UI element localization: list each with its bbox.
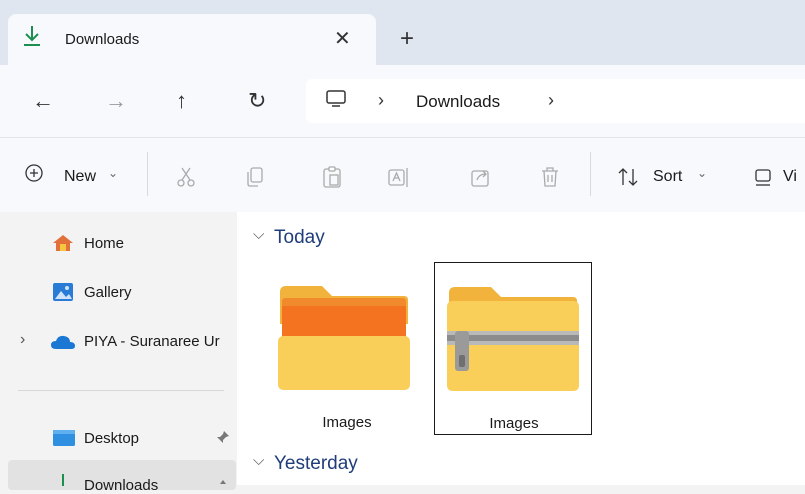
plus-circle-icon[interactable]: [24, 163, 44, 183]
close-tab-icon[interactable]: ✕: [334, 26, 351, 51]
file-tile[interactable]: Images: [268, 262, 426, 435]
breadcrumb-downloads[interactable]: Downloads: [416, 92, 500, 112]
divider: [590, 152, 591, 196]
sort-button[interactable]: Sort: [653, 168, 682, 186]
this-pc-icon[interactable]: [325, 90, 347, 108]
pin-icon[interactable]: [216, 430, 230, 444]
file-name: Images: [322, 414, 372, 431]
breadcrumb-separator[interactable]: ›: [548, 90, 554, 111]
new-button[interactable]: New: [64, 168, 96, 186]
sort-icon[interactable]: [616, 165, 640, 189]
breadcrumb-separator[interactable]: ›: [378, 90, 384, 111]
download-icon: [24, 26, 40, 46]
group-header-yesterday[interactable]: Yesterday: [274, 453, 358, 475]
group-header-today[interactable]: Today: [274, 227, 325, 249]
chevron-down-icon[interactable]: ⌄: [697, 166, 707, 180]
desktop-folder-icon: [53, 430, 75, 446]
refresh-button[interactable]: ↻: [248, 88, 266, 114]
sidebar-item-downloads[interactable]: Downloads: [84, 477, 158, 494]
back-button[interactable]: ←: [32, 88, 54, 114]
copy-icon[interactable]: [243, 165, 267, 189]
download-icon: [62, 474, 64, 486]
sidebar-item-desktop[interactable]: Desktop: [84, 430, 139, 447]
divider: [147, 152, 148, 196]
new-tab-button[interactable]: +: [400, 25, 414, 53]
rename-icon[interactable]: [387, 165, 411, 189]
pin-icon[interactable]: [216, 476, 230, 485]
chevron-down-icon[interactable]: ⌄: [108, 166, 118, 180]
share-icon[interactable]: [469, 165, 493, 189]
onedrive-cloud-icon: [51, 335, 75, 349]
collapse-chevron-icon[interactable]: ⌵: [253, 226, 264, 243]
sidebar-item-home[interactable]: Home: [84, 235, 124, 252]
sidebar-item-gallery[interactable]: Gallery: [84, 284, 132, 301]
zip-folder-icon: [447, 287, 579, 391]
delete-icon[interactable]: [538, 165, 562, 189]
nav-divider: [18, 390, 224, 391]
sidebar-item-onedrive[interactable]: PIYA - Suranaree Ur: [84, 333, 237, 350]
tab-downloads[interactable]: [8, 14, 376, 66]
view-button[interactable]: Vi: [783, 168, 797, 186]
home-icon: [53, 235, 73, 251]
file-tile-selected[interactable]: Images: [434, 262, 592, 435]
forward-button[interactable]: →: [105, 88, 127, 114]
paste-icon[interactable]: [320, 165, 344, 189]
view-icon[interactable]: [752, 165, 776, 189]
tab-title: Downloads: [65, 31, 140, 48]
gallery-icon: [53, 283, 73, 301]
file-name: Images: [489, 415, 539, 432]
collapse-chevron-icon[interactable]: ⌵: [253, 452, 264, 469]
folder-icon: [278, 286, 410, 390]
expand-chevron-icon[interactable]: ›: [20, 331, 25, 349]
up-button[interactable]: ↑: [176, 88, 187, 114]
cut-icon[interactable]: [174, 165, 198, 189]
